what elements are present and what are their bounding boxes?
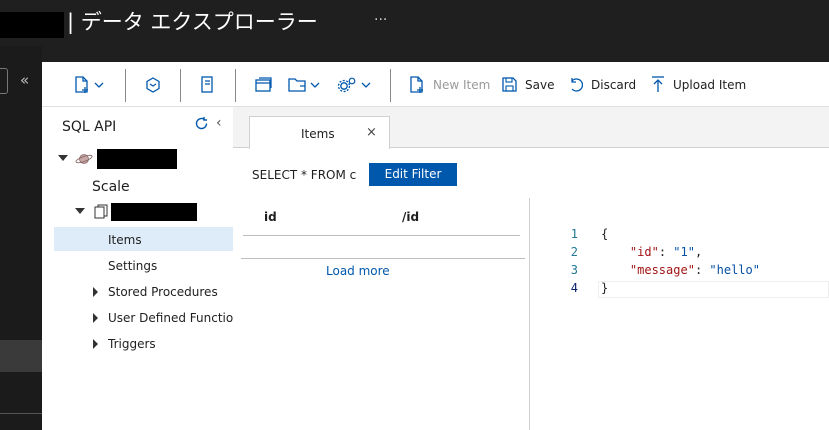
gears-icon [337, 77, 356, 92]
edit-filter-button[interactable]: Edit Filter [369, 163, 457, 186]
json-value-message: "hello" [709, 263, 760, 277]
close-icon[interactable]: × [366, 125, 377, 140]
grid-bottom-divider [241, 258, 525, 259]
refresh-icon[interactable] [194, 116, 209, 135]
open-brace: { [601, 227, 609, 241]
notebook-icon [201, 76, 213, 93]
save-label: Save [525, 77, 555, 92]
line-number: 1 [570, 227, 578, 241]
more-options-icon[interactable]: ··· [374, 12, 387, 28]
colon: : [658, 245, 674, 259]
json-key-id: "id" [629, 245, 659, 259]
redacted-database-name[interactable] [97, 149, 177, 169]
line-number: 2 [570, 245, 578, 259]
toolbar-separator [390, 69, 391, 102]
search-box-edge[interactable] [0, 68, 8, 94]
line-number: 3 [570, 263, 578, 277]
nav-divider [0, 413, 42, 414]
window-add-icon [255, 76, 272, 92]
resource-tree: SQL API ‹ Scale Items Settings Stored Pr… [42, 107, 247, 430]
save-button[interactable]: Save [502, 62, 554, 107]
notebook-button[interactable] [200, 62, 214, 107]
code-line-1: { [601, 227, 608, 241]
open-query-button[interactable] [145, 62, 161, 107]
discard-label: Discard [591, 77, 637, 92]
column-header-partition-key[interactable]: /id [402, 210, 419, 224]
cube-icon [146, 76, 160, 93]
expand-container-icon[interactable] [75, 208, 85, 214]
code-line-4: } [601, 281, 608, 295]
tree-item-user-defined-functions[interactable]: User Defined Functions [108, 311, 247, 325]
comma: , [694, 245, 703, 259]
scale-node[interactable]: Scale [92, 179, 130, 195]
expand-stored-procedures-icon[interactable] [93, 287, 98, 297]
tab-strip: Items × [233, 107, 829, 149]
tree-item-triggers[interactable]: Triggers [108, 337, 156, 351]
selected-row-highlight [54, 227, 233, 251]
line-number: 4 [570, 281, 578, 295]
toolbar-separator [180, 69, 181, 102]
container-icon [94, 204, 108, 223]
left-navigation-strip: « [0, 46, 42, 430]
code-line-2: "id": "1", [601, 245, 702, 259]
upload-item-label: Upload Item [673, 77, 747, 92]
redacted-account-name [0, 12, 64, 38]
expand-triggers-icon[interactable] [93, 339, 98, 349]
new-sql-query-button[interactable] [255, 62, 273, 107]
database-planet-icon [75, 151, 93, 170]
tab-items-label: Items [301, 127, 335, 141]
json-editor[interactable]: 1 2 3 4 { "id": "1", "message": "hello" … [530, 222, 829, 302]
folder-icon [288, 78, 306, 92]
json-value-id: "1" [673, 245, 695, 259]
current-line-highlight [598, 281, 829, 298]
chevron-down-icon [94, 82, 104, 88]
undo-icon [571, 77, 583, 92]
filter-query: SELECT * FROM c [252, 168, 357, 182]
colon: : [694, 263, 710, 277]
command-bar: New Item Save Discard Upload Item [42, 62, 829, 107]
collapse-nav-icon[interactable]: « [20, 71, 29, 89]
grid-header-divider [243, 235, 520, 236]
save-icon [502, 77, 517, 92]
redacted-container-name[interactable] [111, 203, 197, 221]
collapse-tree-icon[interactable]: ‹ [216, 115, 222, 131]
documents-panel: Items × SELECT * FROM c Edit Filter id /… [233, 107, 829, 430]
column-header-id[interactable]: id [264, 210, 277, 224]
settings-button[interactable] [337, 62, 371, 107]
upload-item-button[interactable]: Upload Item [651, 62, 746, 107]
new-item-label: New Item [433, 77, 491, 92]
toolbar-separator [125, 69, 126, 102]
expand-database-icon[interactable] [58, 155, 68, 161]
tree-item-stored-procedures[interactable]: Stored Procedures [108, 285, 218, 299]
tree-item-settings[interactable]: Settings [108, 259, 157, 273]
chevron-down-icon [310, 82, 320, 88]
close-brace: } [601, 281, 609, 295]
api-title: SQL API [62, 119, 117, 135]
load-more-link[interactable]: Load more [326, 264, 390, 278]
upload-icon [652, 76, 664, 92]
tab-items[interactable]: Items × [249, 116, 390, 149]
discard-button[interactable]: Discard [569, 62, 636, 107]
toolbar-separator [235, 69, 236, 102]
nav-item-active[interactable] [0, 340, 42, 372]
tree-item-items[interactable]: Items [108, 233, 142, 247]
chevron-down-icon [361, 82, 371, 88]
window-title: | データ エクスプローラー [67, 10, 318, 34]
new-container-button[interactable] [74, 62, 104, 107]
json-key-message: "message" [629, 263, 695, 277]
expand-udf-icon[interactable] [93, 313, 98, 323]
new-document-icon [75, 75, 88, 93]
title-bar: | データ エクスプローラー ··· [0, 0, 829, 46]
code-line-3: "message": "hello" [601, 263, 760, 277]
new-item-icon [410, 75, 423, 93]
new-item-button[interactable]: New Item [409, 62, 490, 107]
open-folder-button[interactable] [288, 62, 320, 107]
